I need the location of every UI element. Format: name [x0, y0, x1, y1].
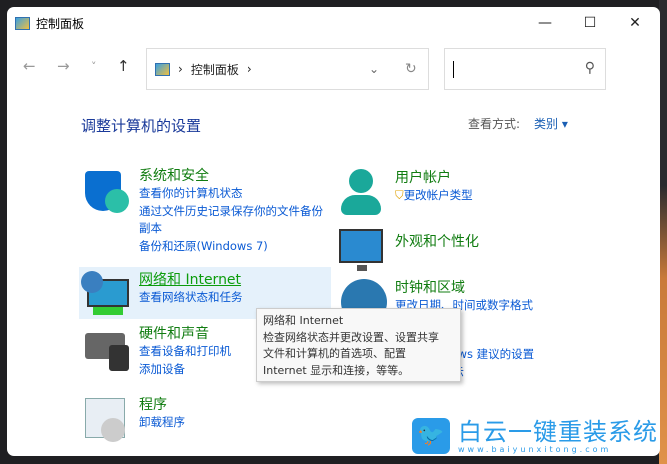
refresh-icon[interactable]: ↻: [405, 61, 417, 77]
category-title[interactable]: 网络和 Internet: [139, 269, 243, 289]
category-system-security: 系统和安全 查看你的计算机状态 通过文件历史记录保存你的文件备份副本 备份和还原…: [81, 165, 325, 255]
tooltip-line: 检查网络状态并更改设置、设置共享: [263, 330, 439, 344]
search-input[interactable]: ⚲: [444, 48, 606, 90]
category-hardware-sound: 硬件和声音 查看设备和打印机 添加设备: [81, 323, 231, 378]
control-panel-icon: [15, 17, 30, 30]
tooltip-line: 网络和 Internet: [263, 314, 344, 327]
view-by-label: 查看方式:: [468, 117, 521, 131]
watermark: 🐦 白云一键重装系统 www.baiyunxitong.com: [412, 418, 658, 454]
recent-locations-button[interactable]: ˅: [91, 60, 97, 73]
printer-icon: [81, 323, 131, 373]
watermark-url: www.baiyunxitong.com: [458, 444, 612, 454]
link[interactable]: 更改帐户类型: [404, 188, 473, 202]
page-heading: 调整计算机的设置: [81, 117, 202, 135]
uac-shield-icon: ⛉: [395, 188, 404, 202]
link[interactable]: 备份和还原(Windows 7): [139, 238, 325, 256]
link[interactable]: 查看你的计算机状态: [139, 185, 325, 203]
breadcrumb-chevron[interactable]: ›: [247, 62, 252, 76]
chevron-down-icon[interactable]: ▾: [562, 117, 568, 131]
minimize-button[interactable]: —: [522, 9, 568, 37]
shield-icon: [81, 165, 131, 215]
breadcrumb-control-panel[interactable]: 控制面板: [191, 61, 239, 78]
title-bar: 控制面板: [15, 15, 84, 32]
link[interactable]: 添加设备: [139, 361, 231, 379]
text-caret: [453, 61, 454, 78]
programs-icon: [81, 394, 131, 444]
watermark-text: 白云一键重装系统: [458, 417, 658, 446]
desktop-edge: [659, 0, 667, 464]
category-title[interactable]: 系统和安全: [139, 165, 325, 185]
bird-logo-icon: 🐦: [412, 418, 450, 454]
category-title[interactable]: 程序: [139, 394, 185, 414]
address-dropdown-icon[interactable]: ⌄: [369, 62, 379, 76]
appearance-icon: [337, 225, 387, 275]
forward-button[interactable]: →: [57, 57, 70, 75]
category-title[interactable]: 硬件和声音: [139, 323, 231, 343]
tooltip-line: 文件和计算机的首选项、配置: [263, 347, 406, 360]
category-title[interactable]: 外观和个性化: [395, 231, 479, 251]
up-button[interactable]: ↑: [117, 57, 130, 75]
address-bar[interactable]: › 控制面板 › ⌄ ↻: [146, 48, 429, 90]
category-programs: 程序 卸载程序: [81, 394, 185, 444]
user-icon: [337, 167, 387, 217]
category-appearance: 外观和个性化: [337, 225, 479, 275]
link[interactable]: 查看设备和打印机: [139, 343, 231, 361]
close-button[interactable]: ✕: [612, 9, 658, 37]
category-title[interactable]: 时钟和区域: [395, 277, 533, 297]
breadcrumb-separator: ›: [178, 62, 183, 76]
window-title: 控制面板: [36, 17, 85, 31]
link[interactable]: 通过文件历史记录保存你的文件备份副本: [139, 203, 325, 238]
search-icon[interactable]: ⚲: [585, 60, 595, 76]
control-panel-window: 控制面板 — ☐ ✕ ← → ˅ ↑ › 控制面板 › ⌄ ↻ ⚲ 调整计算机的…: [7, 7, 660, 456]
network-globe-icon: [81, 269, 131, 319]
tooltip-line: Internet 显示和连接，等等。: [263, 363, 410, 377]
link[interactable]: 查看网络状态和任务: [139, 289, 243, 307]
category-user-accounts: 用户帐户 ⛉更改帐户类型: [337, 167, 473, 217]
view-by-dropdown[interactable]: 类别: [534, 117, 558, 131]
category-title[interactable]: 用户帐户: [395, 167, 473, 187]
maximize-button[interactable]: ☐: [567, 9, 613, 37]
control-panel-icon: [155, 62, 170, 76]
back-button[interactable]: ←: [23, 57, 36, 75]
link[interactable]: 卸载程序: [139, 414, 185, 432]
view-by: 查看方式: 类别 ▾: [468, 115, 568, 132]
tooltip: 网络和 Internet 检查网络状态并更改设置、设置共享 文件和计算机的首选项…: [256, 308, 461, 382]
